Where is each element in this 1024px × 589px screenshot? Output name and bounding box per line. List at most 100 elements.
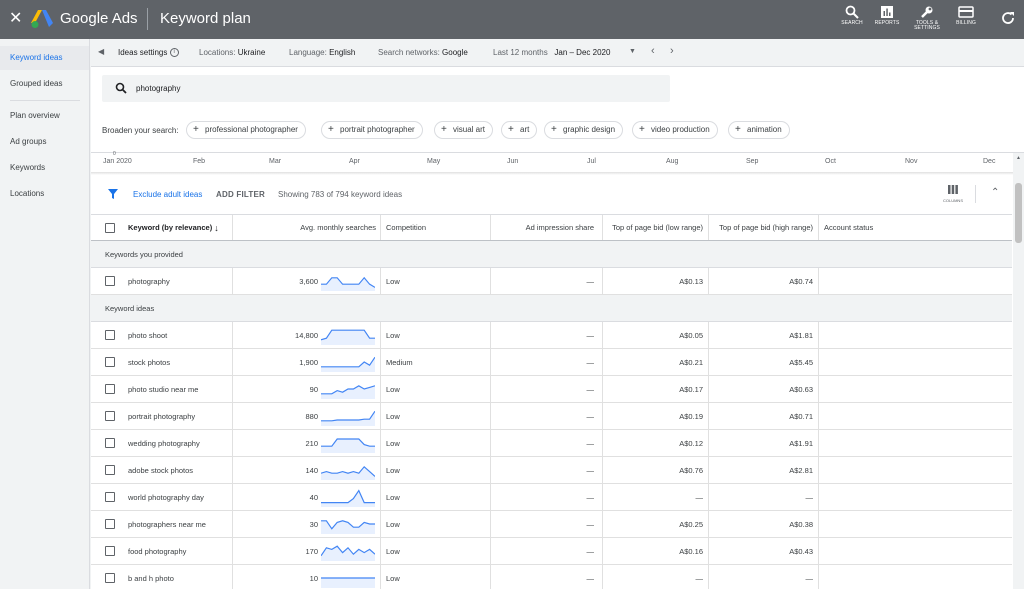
billing-icon	[958, 6, 974, 18]
header-competition[interactable]: Competition	[386, 215, 426, 240]
header-bid-low[interactable]: Top of page bid (low range)	[602, 215, 703, 240]
prev-period-icon[interactable]: ‹	[651, 46, 655, 57]
trend-sparkline[interactable]	[321, 514, 375, 534]
sidebar-item-grouped-ideas[interactable]: Grouped ideas	[0, 72, 89, 96]
column-divider	[380, 403, 381, 429]
sidebar-item-keywords[interactable]: Keywords	[0, 156, 89, 180]
broaden-chip[interactable]: + video production	[632, 121, 718, 139]
impression-cell: —	[586, 411, 595, 421]
ideas-settings[interactable]: Ideas settings i	[118, 48, 179, 58]
trend-sparkline[interactable]	[321, 568, 375, 588]
row-checkbox[interactable]	[105, 357, 115, 367]
sidebar-item-locations[interactable]: Locations	[0, 182, 89, 206]
broaden-chip[interactable]: + visual art	[434, 121, 494, 139]
select-all-checkbox[interactable]	[105, 223, 115, 233]
tool-search-label: SEARCH	[841, 20, 863, 26]
row-checkbox[interactable]	[105, 330, 115, 340]
header-bid-high[interactable]: Top of page bid (high range)	[708, 215, 813, 240]
networks-setting[interactable]: Search networks: Google	[378, 48, 468, 58]
scrollbar[interactable]: ▲	[1013, 153, 1024, 589]
tool-billing-button[interactable]: BILLING	[949, 5, 983, 35]
collapse-sidebar-icon[interactable]: ◀	[98, 47, 104, 56]
chip-label: portrait photographer	[340, 125, 415, 134]
bid-low-cell: A$0.21	[679, 357, 703, 367]
tool-settings-label: TOOLS & SETTINGS	[914, 20, 940, 31]
broaden-chip[interactable]: + professional photographer	[186, 121, 306, 139]
header-account-status[interactable]: Account status	[824, 215, 873, 240]
row-checkbox[interactable]	[105, 465, 115, 475]
keyword-cell: stock photos	[128, 357, 171, 367]
search-value: photography	[136, 84, 181, 93]
title-divider	[147, 8, 148, 30]
competition-cell: Low	[386, 492, 400, 502]
row-checkbox[interactable]	[105, 438, 115, 448]
refresh-icon[interactable]	[1000, 10, 1016, 26]
bid-high-cell: A$5.45	[789, 357, 813, 367]
row-checkbox[interactable]	[105, 573, 115, 583]
date-range-dropdown-icon[interactable]: ▼	[629, 48, 636, 55]
info-icon[interactable]: i	[169, 48, 179, 58]
trend-sparkline[interactable]	[321, 325, 375, 345]
keyword-search-input[interactable]: photography	[102, 75, 670, 102]
columns-button[interactable]: COLUMNS	[936, 185, 970, 203]
scroll-up-icon[interactable]: ▲	[1016, 155, 1021, 161]
header-searches[interactable]: Avg. monthly searches	[232, 215, 376, 240]
searches-cell: 3,600	[299, 276, 318, 286]
header-keyword[interactable]: Keyword (by relevance) ↓	[128, 215, 219, 240]
trend-sparkline[interactable]	[321, 271, 375, 291]
filter-icon[interactable]	[108, 189, 118, 199]
row-checkbox[interactable]	[105, 546, 115, 556]
trend-sparkline[interactable]	[321, 352, 375, 372]
bid-low-cell: —	[695, 492, 704, 502]
trend-sparkline[interactable]	[321, 406, 375, 426]
period-label: Last 12 months	[493, 48, 548, 57]
group-header-ideas: Keyword ideas	[91, 295, 1012, 322]
tool-reports-button[interactable]: REPORTS	[870, 5, 904, 35]
chip-label: art	[520, 125, 530, 134]
row-checkbox[interactable]	[105, 519, 115, 529]
trend-sparkline[interactable]	[321, 487, 375, 507]
broaden-chip[interactable]: + art	[501, 121, 538, 139]
scrollbar-thumb[interactable]	[1015, 183, 1022, 243]
header-impression[interactable]: Ad impression share	[490, 215, 594, 240]
column-divider	[818, 511, 819, 537]
main-panel: ◀ Ideas settings i Locations: Ukraine La…	[91, 39, 1024, 589]
row-checkbox[interactable]	[105, 492, 115, 502]
top-bar: ✕ Google Ads Keyword plan SEARCH REPORTS…	[0, 0, 1024, 39]
trend-sparkline[interactable]	[321, 433, 375, 453]
locations-setting[interactable]: Locations: Ukraine	[199, 48, 265, 58]
broaden-chip[interactable]: + portrait photographer	[321, 121, 423, 139]
close-icon[interactable]: ✕	[9, 10, 23, 28]
bid-high-cell: A$2.81	[789, 465, 813, 475]
next-period-icon[interactable]: ›	[670, 46, 674, 57]
chevron-up-icon[interactable]: ⌃	[991, 187, 999, 198]
broaden-chip[interactable]: + graphic design	[544, 121, 624, 139]
sidebar-item-keyword-ideas[interactable]: Keyword ideas	[0, 46, 89, 70]
sidebar-item-ad-groups[interactable]: Ad groups	[0, 130, 89, 154]
add-filter-button[interactable]: ADD FILTER	[216, 190, 265, 199]
date-range-setting[interactable]: Last 12 months Jan – Dec 2020	[493, 48, 610, 58]
broaden-chip[interactable]: + animation	[728, 121, 790, 139]
bid-low-cell: A$0.05	[679, 330, 703, 340]
trend-sparkline[interactable]	[321, 460, 375, 480]
tool-search-button[interactable]: SEARCH	[835, 5, 869, 35]
bid-high-cell: A$0.43	[789, 546, 813, 556]
column-divider	[380, 268, 381, 294]
sidebar-item-plan-overview[interactable]: Plan overview	[0, 104, 89, 128]
tool-settings-button[interactable]: TOOLS & SETTINGS	[910, 5, 944, 35]
row-checkbox[interactable]	[105, 411, 115, 421]
exclude-adult-filter[interactable]: Exclude adult ideas	[133, 190, 202, 199]
trend-sparkline[interactable]	[321, 541, 375, 561]
language-label: Language:	[289, 48, 327, 57]
column-divider	[818, 349, 819, 375]
competition-cell: Low	[386, 573, 400, 583]
bid-high-cell: A$1.91	[789, 438, 813, 448]
plus-icon: +	[735, 124, 741, 135]
trend-sparkline[interactable]	[321, 379, 375, 399]
language-setting[interactable]: Language: English	[289, 48, 355, 58]
language-value: English	[329, 48, 356, 57]
row-checkbox[interactable]	[105, 276, 115, 286]
filter-divider	[975, 185, 976, 203]
row-checkbox[interactable]	[105, 384, 115, 394]
tool-reports-label: REPORTS	[874, 20, 900, 26]
